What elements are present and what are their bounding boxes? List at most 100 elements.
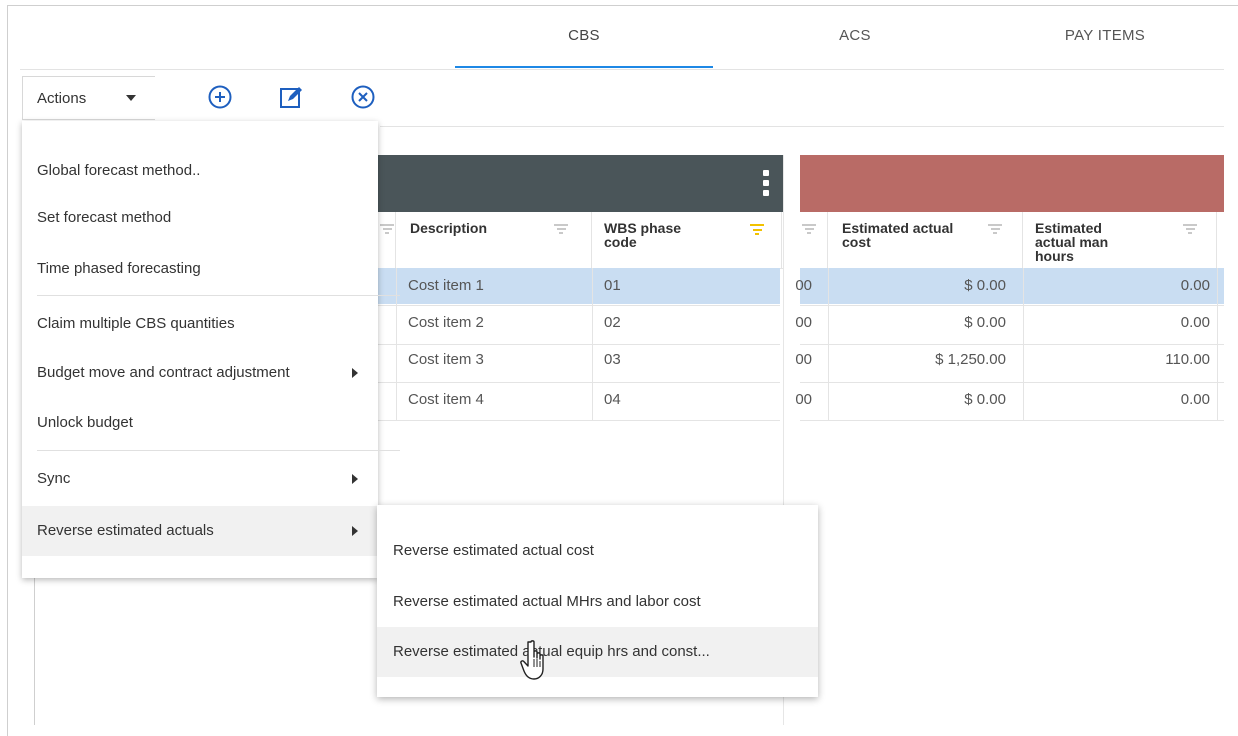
tab-cbs[interactable]: CBS	[455, 22, 713, 68]
cell-estimated-actual-cost: $ 1,250.00	[935, 351, 1006, 368]
column-divider	[828, 268, 829, 420]
filter-icon[interactable]	[554, 224, 568, 234]
table-row[interactable]: Cost item 1 01	[378, 268, 780, 304]
submenu-item-reverse-estimated-actual-cost[interactable]: Reverse estimated actual cost	[377, 526, 818, 576]
table-row[interactable]: Cost item 2 02	[378, 305, 780, 341]
menu-item-unlock-budget[interactable]: Unlock budget	[22, 398, 378, 448]
submenu-item-reverse-estimated-actual-equip-hrs[interactable]: Reverse estimated actual equip hrs and c…	[377, 627, 818, 677]
cell-estimated-actual-cost: $ 0.00	[964, 314, 1006, 331]
menu-divider	[37, 450, 400, 451]
menu-item-label: Budget move and contract adjustment	[37, 364, 290, 381]
column-header-estimated-actual-cost: Estimated actual cost	[842, 220, 954, 250]
actions-menu: Global forecast method.. Set forecast me…	[22, 121, 400, 578]
submenu-item-reverse-estimated-actual-mhrs[interactable]: Reverse estimated actual MHrs and labor …	[377, 577, 818, 627]
cell-estimated-actual-man-hours: 0.00	[1180, 314, 1210, 331]
cell-estimated-actual-man-hours: 110.00	[1165, 351, 1210, 368]
reverse-estimated-actuals-submenu: Reverse estimated actual cost Reverse es…	[377, 505, 818, 697]
cell-partial-value: 00	[795, 314, 812, 331]
menu-item-label: Reverse estimated actuals	[37, 522, 214, 539]
row-divider	[800, 305, 1224, 306]
chevron-right-icon	[352, 474, 358, 484]
header-cell-partial-right	[800, 212, 828, 268]
cell-estimated-actual-man-hours: 0.00	[1180, 391, 1210, 408]
column-divider	[592, 268, 593, 420]
menu-item-budget-move-and-contract-adjustment[interactable]: Budget move and contract adjustment	[22, 348, 378, 398]
chevron-right-icon	[352, 526, 358, 536]
header-cell-description[interactable]: Description	[396, 212, 592, 268]
table-row[interactable]: 00 $ 1,250.00 110.00	[795, 346, 1224, 382]
row-divider	[800, 382, 1224, 383]
column-divider	[1023, 268, 1024, 420]
grid-band-header-dark	[378, 155, 783, 212]
table-row[interactable]: Cost item 4 04	[378, 383, 780, 419]
row-divider	[378, 344, 780, 345]
menu-item-label: Global forecast method..	[37, 162, 201, 179]
actions-dropdown-label: Actions	[37, 89, 87, 107]
column-header-estimated-actual-man-hours: Estimated actual man hours	[1035, 220, 1109, 264]
cancel-circle-icon[interactable]	[348, 82, 378, 112]
menu-item-label: Time phased forecasting	[37, 260, 201, 277]
cell-wbs: 04	[604, 391, 621, 408]
cell-description: Cost item 3	[408, 351, 484, 368]
cell-partial-value: 00	[795, 351, 812, 368]
header-cell-partial	[378, 212, 396, 268]
column-divider	[1217, 268, 1218, 420]
filter-icon[interactable]	[380, 224, 394, 234]
cell-estimated-actual-cost: $ 0.00	[964, 391, 1006, 408]
row-divider	[800, 344, 1224, 345]
tab-pay-items[interactable]: PAY ITEMS	[990, 22, 1220, 68]
edit-icon[interactable]	[276, 82, 306, 112]
kebab-menu-icon[interactable]	[763, 170, 769, 196]
chevron-down-icon	[126, 95, 136, 101]
actions-dropdown[interactable]: Actions	[22, 76, 155, 120]
menu-item-claim-multiple-cbs-quantities[interactable]: Claim multiple CBS quantities	[22, 299, 378, 349]
menu-item-label: Claim multiple CBS quantities	[37, 315, 235, 332]
menu-item-time-phased-forecasting[interactable]: Time phased forecasting	[22, 244, 378, 294]
row-divider	[800, 420, 1224, 421]
row-divider	[378, 305, 780, 306]
menu-divider	[37, 295, 400, 296]
add-circle-icon[interactable]	[205, 82, 235, 112]
column-header-description: Description	[410, 220, 488, 236]
table-row[interactable]: Cost item 3 03	[378, 346, 780, 382]
submenu-item-label: Reverse estimated actual MHrs and labor …	[393, 593, 701, 610]
cell-estimated-actual-man-hours: 0.00	[1180, 277, 1210, 294]
filter-icon[interactable]	[988, 224, 1002, 234]
table-row[interactable]: 00 $ 0.00 0.00	[795, 383, 1224, 419]
cell-wbs: 01	[604, 277, 621, 294]
menu-item-label: Unlock budget	[37, 414, 133, 431]
filter-icon[interactable]	[1183, 224, 1197, 234]
cell-partial-value: 00	[795, 391, 812, 408]
menu-item-global-forecast-method[interactable]: Global forecast method..	[22, 146, 378, 196]
tab-acs[interactable]: ACS	[740, 22, 970, 68]
cell-description: Cost item 4	[408, 391, 484, 408]
table-row[interactable]: 00 $ 0.00 0.00	[795, 305, 1224, 341]
hand-pointer-cursor-icon	[518, 638, 552, 682]
chevron-right-icon	[352, 368, 358, 378]
tab-divider	[20, 69, 1224, 70]
row-divider	[378, 420, 780, 421]
header-cell-estimated-actual-man-hours[interactable]: Estimated actual man hours	[1023, 212, 1217, 268]
column-header-wbs-phase-code: WBS phase code	[604, 220, 682, 250]
cell-wbs: 03	[604, 351, 621, 368]
cell-estimated-actual-cost: $ 0.00	[964, 277, 1006, 294]
column-divider	[396, 268, 397, 420]
menu-item-reverse-estimated-actuals[interactable]: Reverse estimated actuals	[22, 506, 378, 556]
menu-item-label: Set forecast method	[37, 209, 172, 226]
cell-partial-value: 00	[795, 277, 812, 294]
menu-item-sync[interactable]: Sync	[22, 454, 378, 504]
filter-icon[interactable]	[802, 224, 816, 234]
header-cell-estimated-actual-cost[interactable]: Estimated actual cost	[828, 212, 1023, 268]
cell-description: Cost item 2	[408, 314, 484, 331]
toolbar-divider	[380, 126, 1224, 127]
row-divider	[378, 382, 780, 383]
menu-item-label: Sync	[37, 470, 71, 487]
cell-description: Cost item 1	[408, 277, 484, 294]
submenu-item-label: Reverse estimated actual cost	[393, 542, 594, 559]
grid-band-header-red	[800, 155, 1224, 212]
cell-wbs: 02	[604, 314, 621, 331]
menu-item-set-forecast-method[interactable]: Set forecast method	[22, 193, 378, 243]
table-row[interactable]: 00 $ 0.00 0.00	[795, 268, 1224, 304]
header-cell-wbs-phase-code[interactable]: WBS phase code	[592, 212, 782, 268]
filter-active-icon[interactable]	[750, 224, 764, 235]
